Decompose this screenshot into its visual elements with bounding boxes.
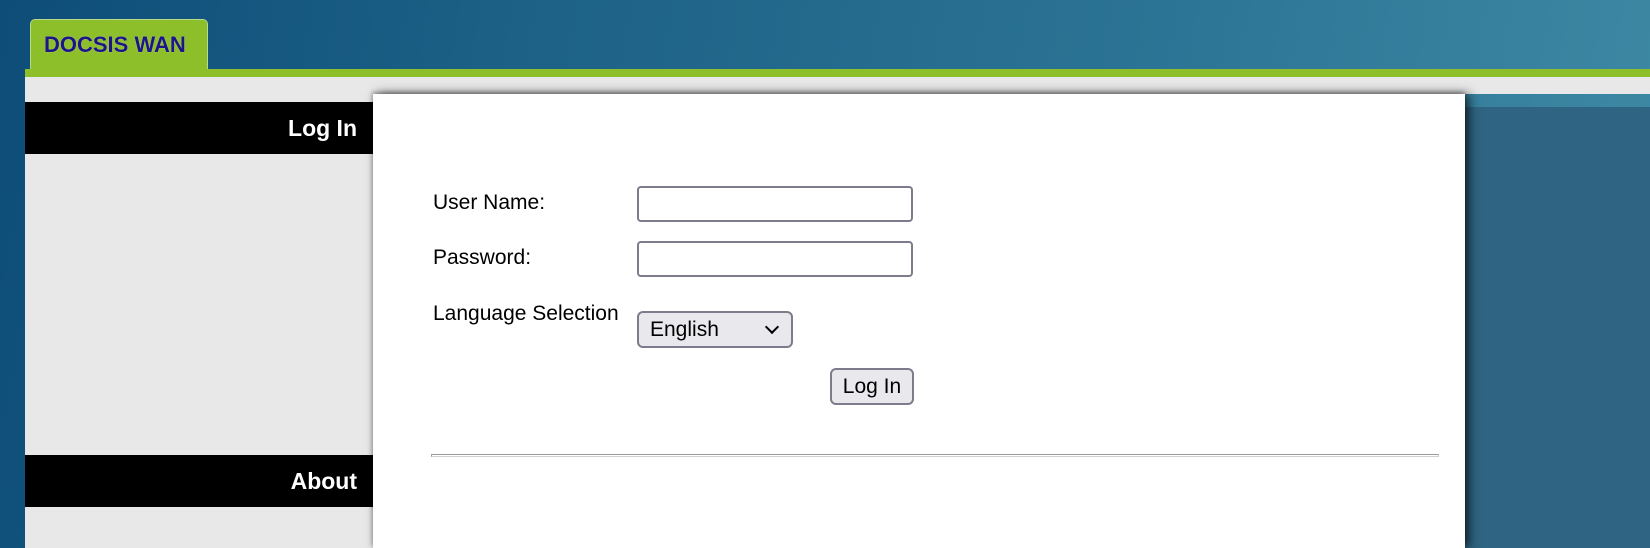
content-top-strip bbox=[373, 77, 1650, 94]
password-field[interactable] bbox=[637, 241, 913, 277]
login-content-panel: User Name: Password: Language Selection … bbox=[373, 94, 1465, 548]
log-in-button[interactable]: Log In bbox=[830, 368, 914, 405]
language-selection-label: Language Selection bbox=[433, 302, 619, 325]
horizontal-divider bbox=[431, 454, 1439, 457]
language-select-value: English bbox=[650, 318, 719, 341]
docsis-wan-tab[interactable]: DOCSIS WAN bbox=[30, 19, 208, 69]
docsis-wan-tab-label: DOCSIS WAN bbox=[44, 32, 186, 57]
username-label: User Name: bbox=[433, 191, 546, 214]
sidebar-section-about[interactable]: About bbox=[25, 455, 373, 507]
username-field[interactable] bbox=[637, 186, 913, 222]
sidebar-section-log-in[interactable]: Log In bbox=[25, 102, 373, 154]
tab-underline-bar bbox=[25, 69, 1650, 77]
right-side-panel bbox=[1463, 107, 1650, 548]
password-label: Password: bbox=[433, 246, 532, 269]
language-select[interactable]: English bbox=[637, 311, 793, 348]
chevron-down-icon bbox=[764, 319, 780, 335]
